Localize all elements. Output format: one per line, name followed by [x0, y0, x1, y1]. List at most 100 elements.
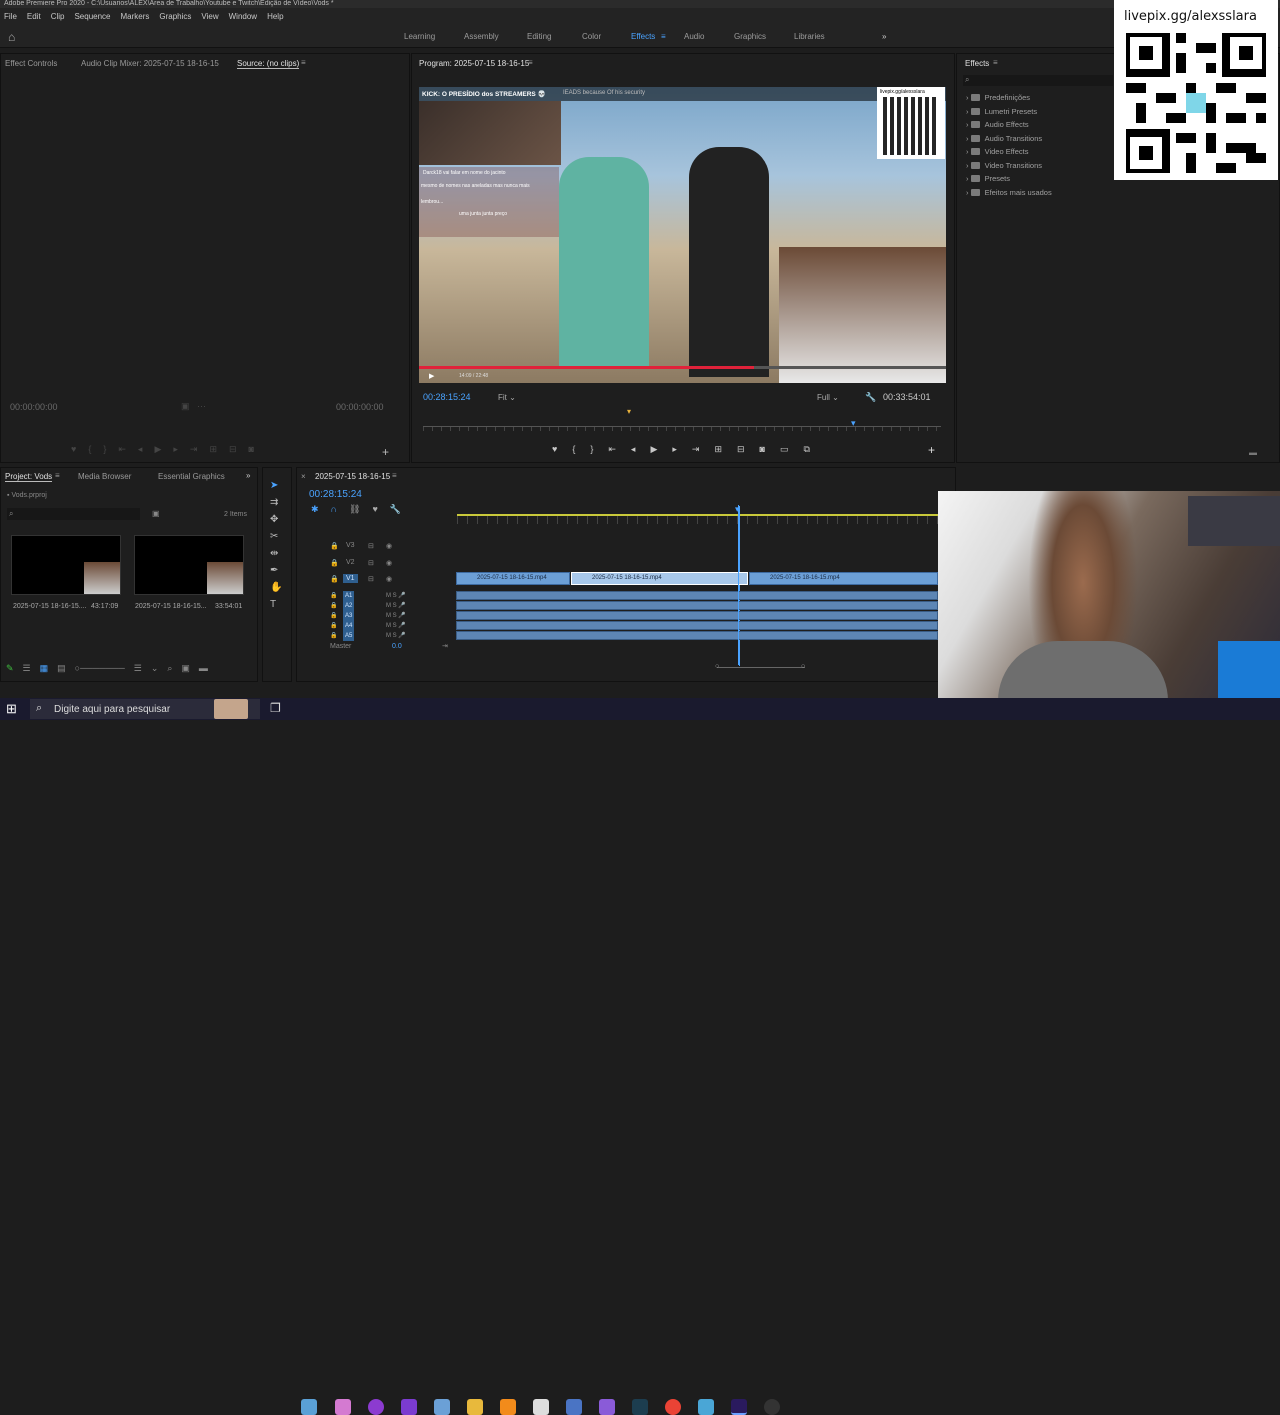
menu-clip[interactable]: Clip — [51, 12, 65, 21]
mute-toggle[interactable]: M S 🎤 — [386, 611, 406, 621]
track-label[interactable]: V1 — [343, 574, 358, 583]
tab-essential-graphics[interactable]: Essential Graphics — [158, 472, 225, 481]
track-label[interactable]: A1 — [343, 591, 355, 601]
source-export-frame-icon[interactable]: ◙ — [249, 444, 254, 455]
app-icon[interactable] — [368, 1399, 384, 1415]
effects-menu-icon[interactable]: ≡ — [993, 58, 998, 67]
tab-project[interactable]: Project: Vods — [5, 472, 53, 482]
app-icon[interactable] — [500, 1399, 516, 1415]
track-select-tool-icon[interactable]: ⇉ — [270, 497, 282, 508]
task-view-icon[interactable]: ❐ — [270, 701, 281, 715]
menu-edit[interactable]: Edit — [27, 12, 41, 21]
source-fit-icon[interactable]: ▣ — [181, 401, 190, 411]
wrench-icon[interactable]: 🔧 — [865, 392, 876, 402]
add-marker-icon[interactable]: ♥ — [372, 504, 377, 515]
zoom-slider[interactable]: ○─────── — [75, 663, 125, 674]
lock-icon[interactable]: 🔒 — [330, 621, 337, 631]
program-menu-icon[interactable]: ≡ — [528, 58, 533, 67]
sync-icon[interactable]: ⊟ — [368, 575, 374, 583]
track-label[interactable]: A2 — [343, 601, 355, 611]
project-search-input[interactable]: ⌕ — [7, 508, 140, 520]
automate-icon[interactable]: ⌄ — [151, 663, 159, 674]
effects-item-video-transitions[interactable]: › Video Transitions — [966, 161, 1042, 170]
goto-in-icon[interactable]: ⇤ — [608, 444, 616, 455]
source-insert-icon[interactable]: ⊞ — [209, 444, 217, 455]
zoom-handle-right-icon[interactable]: ○ — [801, 663, 805, 670]
lock-icon[interactable]: 🔒 — [330, 559, 339, 567]
new-bin-icon[interactable]: ▣ — [152, 509, 160, 518]
find-icon[interactable]: ⌕ — [167, 663, 172, 674]
tab-audio-clip-mixer[interactable]: Audio Clip Mixer: 2025-07-15 18-16-15 — [81, 59, 219, 68]
lock-icon[interactable]: 🔒 — [330, 631, 337, 641]
step-back-icon[interactable]: ◂ — [631, 444, 636, 455]
effects-search-input[interactable]: ⌕ — [963, 75, 1113, 86]
eye-icon[interactable]: ◉ — [386, 559, 392, 567]
audio-clip[interactable] — [456, 611, 938, 620]
timeline-zoom-scrollbar[interactable] — [717, 667, 805, 668]
pen-tool-icon[interactable]: ✒ — [270, 565, 282, 576]
menu-markers[interactable]: Markers — [121, 12, 150, 21]
ws-graphics[interactable]: Graphics — [734, 32, 766, 41]
project-menu-icon[interactable]: ≡ — [55, 471, 60, 480]
pencil-icon[interactable]: ✎ — [6, 663, 14, 674]
master-value[interactable]: 0.0 — [392, 643, 402, 650]
menu-sequence[interactable]: Sequence — [74, 12, 110, 21]
app-icon[interactable] — [434, 1399, 450, 1415]
program-fit-select[interactable]: Fit ⌄ — [498, 393, 516, 402]
new-item-icon[interactable]: ▬ — [199, 663, 208, 674]
comparison-view-icon[interactable]: ▭ — [780, 444, 789, 455]
step-forward-icon[interactable]: ▸ — [672, 444, 677, 455]
menu-view[interactable]: View — [201, 12, 218, 21]
tab-media-browser[interactable]: Media Browser — [78, 472, 131, 481]
app-icon[interactable] — [335, 1399, 351, 1415]
effects-item-lumetri[interactable]: › Lumetri Presets — [966, 107, 1037, 116]
play-icon[interactable]: ▶ — [650, 444, 657, 455]
snap-icon[interactable]: ∩ — [331, 504, 337, 515]
home-icon[interactable]: ⌂ — [8, 30, 15, 44]
export-frame-icon[interactable]: ◙ — [760, 444, 765, 455]
program-timecode[interactable]: 00:28:15:24 — [423, 392, 471, 402]
menu-graphics[interactable]: Graphics — [159, 12, 191, 21]
program-playhead-icon[interactable]: ▾ — [851, 418, 856, 429]
program-time-ruler[interactable] — [423, 426, 941, 436]
effects-item-video-effects[interactable]: › Video Effects — [966, 147, 1029, 156]
program-quality-select[interactable]: Full ⌄ — [817, 393, 839, 402]
goto-out-icon[interactable]: ⇥ — [692, 444, 700, 455]
source-marker-icon[interactable]: ♥ — [71, 444, 76, 455]
effects-item-efeitos[interactable]: › Efeitos mais usados — [966, 188, 1052, 197]
list-view-icon[interactable]: ☰ — [23, 663, 31, 674]
sort-icon[interactable]: ☰ — [134, 663, 142, 674]
video-progress-track[interactable] — [419, 366, 946, 369]
audio-clip[interactable] — [456, 621, 938, 630]
notion-icon[interactable] — [533, 1399, 549, 1415]
source-settings-icon[interactable]: ⋯ — [197, 401, 206, 411]
multicam-icon[interactable]: ⧉ — [804, 444, 810, 455]
selection-tool-icon[interactable]: ➤ — [270, 480, 282, 491]
ws-learning[interactable]: Learning — [404, 32, 435, 41]
timeline-clip[interactable]: 2025-07-15 18-16-15.mp4 — [749, 572, 938, 585]
mute-toggle[interactable]: M S 🎤 — [386, 621, 406, 631]
ws-effects-menu-icon[interactable]: ≡ — [661, 32, 666, 41]
zoom-handle-left-icon[interactable]: ○ — [715, 663, 719, 670]
app-icon[interactable] — [632, 1399, 648, 1415]
tab-source[interactable]: Source: (no clips) — [237, 59, 300, 69]
tab-program[interactable]: Program: 2025-07-15 18-16-15 — [419, 59, 529, 68]
mute-toggle[interactable]: M S 🎤 — [386, 631, 406, 641]
audio-clip[interactable] — [456, 631, 938, 640]
razor-tool-icon[interactable]: ✂ — [270, 531, 282, 542]
lock-icon[interactable]: 🔒 — [330, 611, 337, 621]
freeform-view-icon[interactable]: ▤ — [57, 663, 66, 674]
nest-icon[interactable]: ✱ — [311, 504, 319, 515]
track-label[interactable]: A5 — [343, 631, 355, 641]
app-icon[interactable] — [566, 1399, 582, 1415]
tab-effects[interactable]: Effects — [965, 59, 989, 68]
ws-editing[interactable]: Editing — [527, 32, 551, 41]
onenote-icon[interactable] — [401, 1399, 417, 1415]
marker-icon[interactable]: ♥ — [552, 444, 557, 455]
track-label[interactable]: A4 — [343, 621, 355, 631]
ws-color[interactable]: Color — [582, 32, 601, 41]
app-icon[interactable] — [301, 1399, 317, 1415]
lift-icon[interactable]: ⊞ — [714, 444, 722, 455]
timeline-clip-selected[interactable]: 2025-07-15 18-16-15.mp4 — [571, 572, 748, 585]
windows-start-icon[interactable]: ⊞ — [6, 701, 17, 717]
